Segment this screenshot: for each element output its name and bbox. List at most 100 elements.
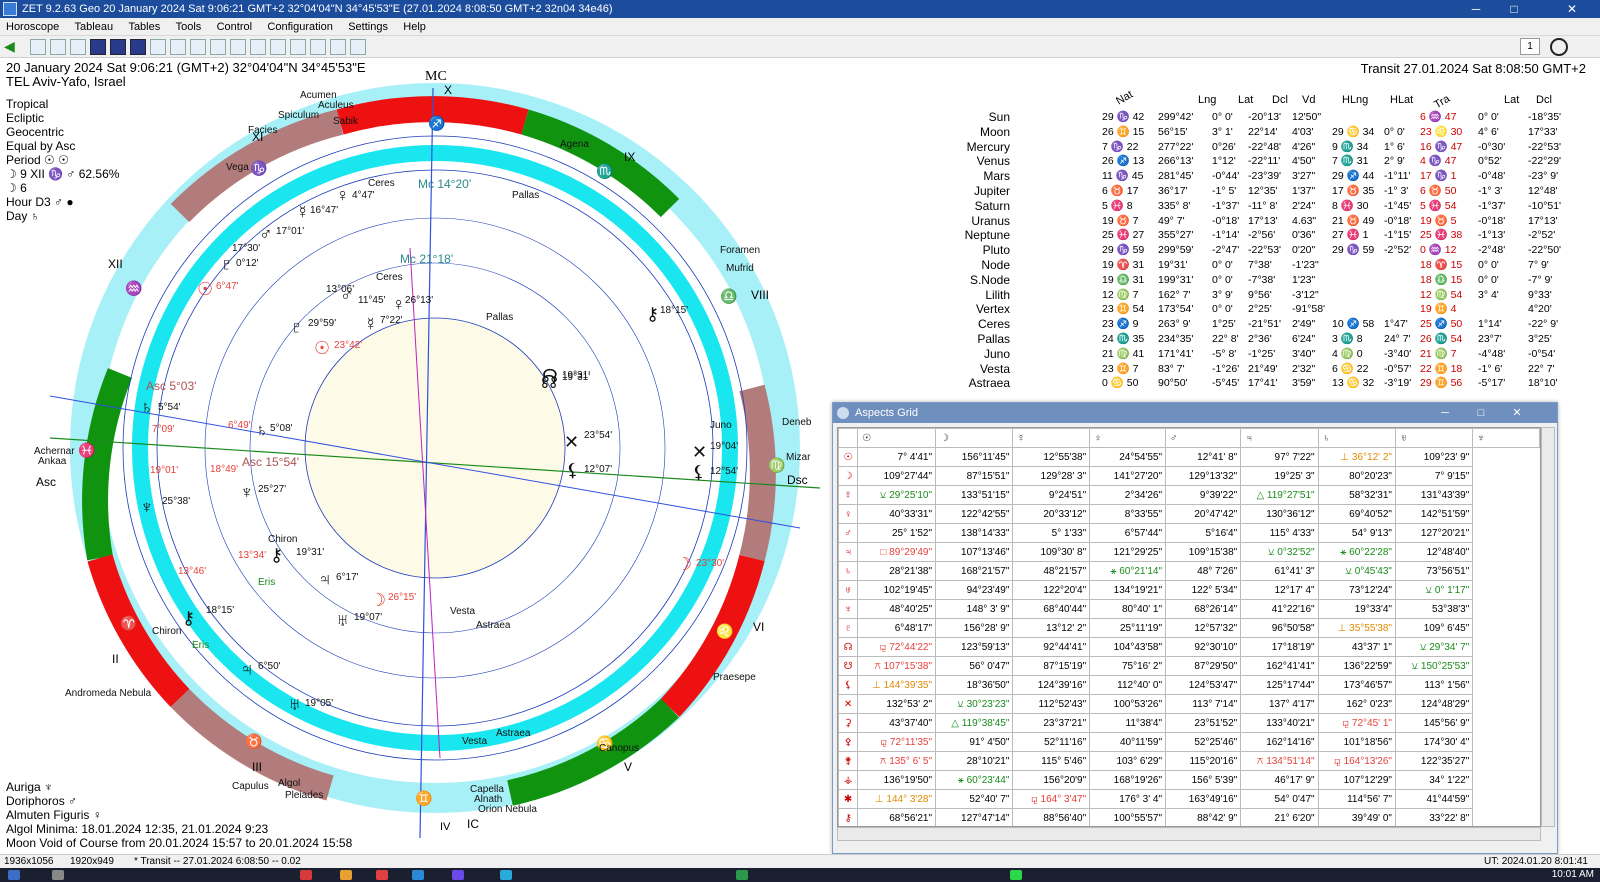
grid-cell[interactable]: ⚻ 135° 6' 5" xyxy=(857,751,937,771)
grid-cell[interactable]: 33°22' 8" xyxy=(1394,808,1474,826)
grid-cell[interactable]: 156°11'45" xyxy=(935,447,1014,467)
menu-tableau[interactable]: Tableau xyxy=(69,18,120,36)
app1-icon[interactable] xyxy=(300,870,312,880)
grid-cell[interactable]: 80°20'23" xyxy=(1317,466,1396,486)
grid-cell[interactable]: 137° 4'17" xyxy=(1240,694,1319,714)
grid-cell[interactable]: 138°14'33" xyxy=(935,523,1014,543)
grid-cell[interactable]: ⚺ 0° 1'17" xyxy=(1394,580,1474,600)
grid-cell[interactable]: 113° 7'14" xyxy=(1165,694,1242,714)
grid-cell[interactable]: 61°41' 3" xyxy=(1240,561,1319,581)
grid-cell[interactable]: 133°51'15" xyxy=(935,485,1014,505)
start-icon[interactable] xyxy=(8,870,20,880)
grid-cell[interactable]: 115°20'16" xyxy=(1165,751,1242,771)
grid2-icon[interactable] xyxy=(250,39,266,55)
grid-cell[interactable]: 34° 1'22" xyxy=(1394,770,1474,790)
grid-cell[interactable]: 23°37'21" xyxy=(1012,713,1091,733)
grid-cell[interactable]: 48°40'25" xyxy=(857,599,937,619)
grid-cell[interactable]: ⚼ 164°13'26" xyxy=(1317,751,1396,771)
grid-cell[interactable]: □ 89°29'49" xyxy=(857,542,937,562)
grid-cell[interactable]: 6°48'17" xyxy=(857,618,937,638)
grid-cell[interactable]: 12°17' 4" xyxy=(1240,580,1319,600)
grid-cell[interactable]: 168°21'57" xyxy=(935,561,1014,581)
grid-cell[interactable]: 43°37' 1" xyxy=(1317,637,1396,657)
grid-cell[interactable]: 163°49'16" xyxy=(1165,789,1242,809)
chart-dark-icon[interactable] xyxy=(90,39,106,55)
grid-cell[interactable]: 43°37'40" xyxy=(857,713,937,733)
page-icon[interactable] xyxy=(150,39,166,55)
grid-cell[interactable]: 109°23' 9" xyxy=(1394,447,1474,467)
maximize-button[interactable]: □ xyxy=(1496,0,1532,18)
grid-cell[interactable]: 109°27'44" xyxy=(857,466,937,486)
grid-cell[interactable]: 94°23'49" xyxy=(935,580,1014,600)
grid-cell[interactable]: 5°16'4" xyxy=(1165,523,1242,543)
grid-cell[interactable]: 130°36'12" xyxy=(1240,504,1319,524)
grid-cell[interactable]: 173°46'57" xyxy=(1317,675,1396,695)
grid-cell[interactable]: ⚺ 0°32'52" xyxy=(1240,542,1319,562)
app2-icon[interactable] xyxy=(340,870,352,880)
grid-cell[interactable]: 87°29'50" xyxy=(1165,656,1242,676)
grid-cell[interactable]: ⊥ 144° 3'28" xyxy=(857,789,937,809)
grid-cell[interactable]: ⚼ 72°11'35" xyxy=(857,732,937,752)
grid-cell[interactable]: 41°22'16" xyxy=(1240,599,1319,619)
grid-cell[interactable]: 136°19'50" xyxy=(857,770,937,790)
grid-cell[interactable]: 25° 1'52" xyxy=(857,523,937,543)
menu-control[interactable]: Control xyxy=(211,18,258,36)
grid-cell[interactable]: 109°15'38" xyxy=(1165,542,1242,562)
grid-cell[interactable]: 115° 4'33" xyxy=(1240,523,1319,543)
menu-configuration[interactable]: Configuration xyxy=(261,18,338,36)
aspects-minimize-button[interactable]: ─ xyxy=(1429,403,1461,423)
person-icon[interactable] xyxy=(330,39,346,55)
grid-cell[interactable]: 176° 3' 4" xyxy=(1089,789,1167,809)
grid-cell[interactable]: 112°40' 0" xyxy=(1089,675,1167,695)
grid-cell[interactable]: 134°19'21" xyxy=(1089,580,1167,600)
aspects-horizontal-scrollbar[interactable] xyxy=(837,827,1541,841)
grid-cell[interactable]: 123°59'13" xyxy=(935,637,1014,657)
grid-cell[interactable]: 52°40' 7" xyxy=(935,789,1014,809)
grid-cell[interactable]: 129°28' 3" xyxy=(1012,466,1091,486)
grid-cell[interactable]: 58°32'31" xyxy=(1317,485,1396,505)
grid-cell[interactable]: 21° 6'20" xyxy=(1240,808,1319,826)
grid-cell[interactable]: 156°28' 9" xyxy=(935,618,1014,638)
grid-cell[interactable]: 28°21'38" xyxy=(857,561,937,581)
grid-cell[interactable]: 127°20'21" xyxy=(1394,523,1474,543)
grid-cell[interactable]: 69°40'52" xyxy=(1317,504,1396,524)
grid-cell[interactable]: ⚼ 72°44'22" xyxy=(857,637,937,657)
grid-cell[interactable]: 162°14'16" xyxy=(1240,732,1319,752)
chart-dark2-icon[interactable] xyxy=(110,39,126,55)
grid-cell[interactable]: 48°21'57" xyxy=(1012,561,1091,581)
menu-help[interactable]: Help xyxy=(397,18,432,36)
grid-cell[interactable]: 104°43'58" xyxy=(1089,637,1167,657)
grid-cell[interactable]: ⊥ 144°39'35" xyxy=(857,675,937,695)
grid-cell[interactable]: 24°54'55" xyxy=(1089,447,1167,467)
grid-cell[interactable]: 109° 6'45" xyxy=(1394,618,1474,638)
menu-tables[interactable]: Tables xyxy=(122,18,166,36)
grid-cell[interactable]: 107°13'46" xyxy=(935,542,1014,562)
grid-cell[interactable]: ⚹ 60°22'28" xyxy=(1317,542,1396,562)
grid-cell[interactable]: 148° 3' 9" xyxy=(935,599,1014,619)
grid-cell[interactable]: 48° 7'26" xyxy=(1165,561,1242,581)
grid-cell[interactable]: 12°55'38" xyxy=(1012,447,1091,467)
grid-cell[interactable]: 141°27'20" xyxy=(1089,466,1167,486)
grid-cell[interactable]: 75°16' 2" xyxy=(1089,656,1167,676)
grid-cell[interactable]: 136°22'59" xyxy=(1317,656,1396,676)
menu-tools[interactable]: Tools xyxy=(170,18,208,36)
grid-cell[interactable]: 18°36'50" xyxy=(935,675,1014,695)
grid-cell[interactable]: ⚺ 30°23'23" xyxy=(935,694,1014,714)
grid-cell[interactable]: 113° 1'56" xyxy=(1394,675,1474,695)
grid-cell[interactable]: ⚹ 60°23'44" xyxy=(935,770,1014,790)
planet-icon[interactable] xyxy=(170,39,186,55)
grid-cell[interactable]: 92°44'41" xyxy=(1012,637,1091,657)
menu-settings[interactable]: Settings xyxy=(342,18,394,36)
zet-app-icon[interactable] xyxy=(412,870,424,880)
grid-cell[interactable]: 103° 6'29" xyxy=(1089,751,1167,771)
grid-cell[interactable]: 12°41' 8" xyxy=(1165,447,1242,467)
grid-cell[interactable]: 25°11'19" xyxy=(1089,618,1167,638)
aspects-close-button[interactable]: ✕ xyxy=(1501,403,1533,423)
grid-cell[interactable]: 124°53'47" xyxy=(1165,675,1242,695)
grid-cell[interactable]: 156° 5'39" xyxy=(1165,770,1242,790)
grid-cell[interactable]: 102°19'45" xyxy=(857,580,937,600)
grid-cell[interactable]: 68°40'44" xyxy=(1012,599,1091,619)
table-icon[interactable] xyxy=(30,39,46,55)
grid-cell[interactable]: 19°25' 3" xyxy=(1240,466,1319,486)
monitor-icon[interactable] xyxy=(350,39,366,55)
